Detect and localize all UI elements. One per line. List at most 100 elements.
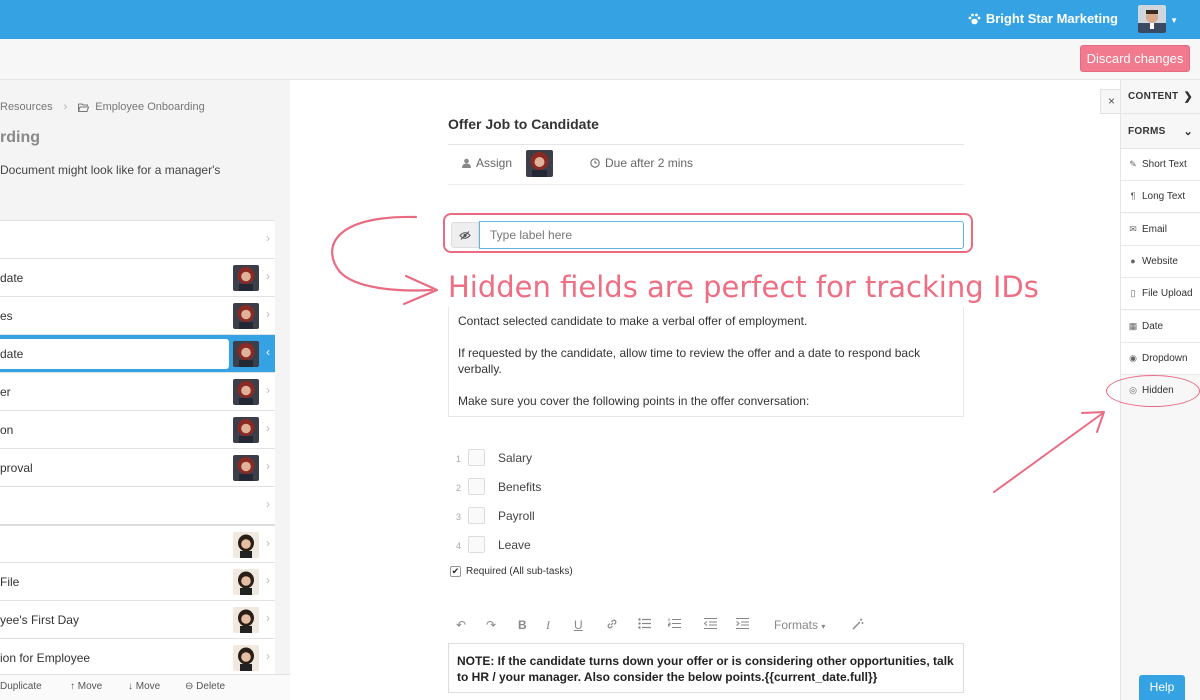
chevron-down-icon: ⌄ <box>1183 126 1193 138</box>
checkmark-icon: ✔ <box>450 566 461 577</box>
task-label: er <box>0 385 11 399</box>
user-menu-caret-icon[interactable]: ▼ <box>1170 16 1178 25</box>
task-assignee-avatar <box>233 379 259 405</box>
form-widget-label: Short Text <box>1142 159 1187 170</box>
form-widget-dropdown[interactable]: ◉ Dropdown <box>1121 342 1200 375</box>
task-title[interactable]: Offer Job to Candidate <box>448 116 599 132</box>
task-list-item[interactable]: File › <box>0 562 275 600</box>
task-list-item[interactable]: ion for Employee › <box>0 638 275 676</box>
chevron-right-icon: › <box>266 497 270 511</box>
magic-wand-icon[interactable] <box>852 618 864 633</box>
task-list-item[interactable]: on › <box>0 410 275 448</box>
duplicate-button[interactable]: Duplicate <box>0 681 42 692</box>
assignee-avatar[interactable] <box>526 150 553 177</box>
chevron-right-icon: › <box>266 307 270 321</box>
form-widget-date[interactable]: ▦ Date <box>1121 310 1200 343</box>
task-list-item[interactable]: es › <box>0 296 275 334</box>
italic-icon[interactable]: I <box>546 618 550 633</box>
task-list-item[interactable]: › <box>0 486 275 524</box>
task-assignee-avatar <box>233 417 259 443</box>
task-list-item[interactable]: yee's First Day › <box>0 600 275 638</box>
subtask-label[interactable]: Benefits <box>498 480 541 494</box>
description-paragraph: Make sure you cover the following points… <box>458 394 810 408</box>
task-label: date <box>0 271 24 285</box>
forms-section-header[interactable]: FORMS ⌄ <box>1121 115 1200 149</box>
indent-icon[interactable] <box>736 617 749 632</box>
close-panel-icon[interactable]: × <box>1100 89 1122 114</box>
editor-toolbar: ↶ ↷ B I U Formats ▾ <box>456 616 876 636</box>
form-widget-file-upload[interactable]: ▯ File Upload <box>1121 278 1200 311</box>
link-icon[interactable] <box>606 618 618 633</box>
active-task-field[interactable] <box>0 339 229 369</box>
task-list-item[interactable]: date ‹ <box>0 334 275 372</box>
org-menu[interactable]: Bright Star Marketing <box>968 11 1118 26</box>
form-widget-label: Long Text <box>1142 191 1186 203</box>
task-assignee-avatar <box>233 607 259 633</box>
form-widget-label: Website <box>1142 255 1178 267</box>
subtask-label[interactable]: Leave <box>498 538 531 552</box>
help-button[interactable]: Help <box>1139 675 1185 700</box>
breadcrumb-item-employee-onboarding[interactable]: Employee Onboarding <box>95 101 204 113</box>
chevron-right-icon: ❯ <box>1183 91 1193 103</box>
discard-changes-button[interactable]: Discard changes <box>1080 45 1190 72</box>
form-widget-short-text[interactable]: ✎ Short Text <box>1121 149 1200 181</box>
description-text-block[interactable]: Contact selected candidate to make a ver… <box>448 307 964 417</box>
chevron-right-icon: › <box>266 536 270 550</box>
subtask-checkbox[interactable] <box>468 536 485 553</box>
required-checkbox[interactable]: ✔ Required (All sub-tasks) <box>450 566 573 577</box>
content-section-header[interactable]: CONTENT ❯ <box>1121 80 1200 114</box>
note-text-block[interactable]: NOTE: If the candidate turns down your o… <box>448 643 964 693</box>
assign-button[interactable]: Assign <box>462 156 512 170</box>
subtask-checkbox[interactable] <box>468 478 485 495</box>
task-assignee-avatar <box>233 455 259 481</box>
task-label: date <box>0 347 24 361</box>
breadcrumb-item-resources[interactable]: Resources <box>0 101 53 113</box>
checklist-title: rding <box>0 129 40 146</box>
form-widget-long-text[interactable]: ¶ Long Text <box>1121 181 1200 214</box>
outdent-icon[interactable] <box>703 617 717 632</box>
user-avatar[interactable] <box>1138 5 1166 33</box>
form-widget-website[interactable]: ● Website <box>1121 245 1200 278</box>
due-date-button[interactable]: Due after 2 mins <box>590 156 693 170</box>
delete-button[interactable]: ⊖ Delete <box>185 681 225 692</box>
globe-icon: ● <box>1130 255 1136 266</box>
assign-label: Assign <box>476 156 513 170</box>
subtask-label[interactable]: Salary <box>498 451 532 465</box>
top-bar: Bright Star Marketing ▼ <box>0 0 1200 39</box>
circle-arrow-icon: ◉ <box>1129 352 1137 363</box>
form-widget-email[interactable]: ✉ Email <box>1121 213 1200 246</box>
formats-label: Formats <box>774 618 819 632</box>
task-list-item[interactable]: date › <box>0 258 275 296</box>
task-label: yee's First Day <box>0 613 79 627</box>
subtask-checkbox[interactable] <box>468 507 485 524</box>
move-up-button[interactable]: ↑ Move <box>70 681 102 692</box>
redo-icon[interactable]: ↷ <box>486 618 496 632</box>
task-label: es <box>0 309 13 323</box>
formats-dropdown[interactable]: Formats ▾ <box>774 618 825 632</box>
chevron-right-icon: › <box>266 573 270 587</box>
move-up-label: Move <box>77 681 103 692</box>
move-down-button[interactable]: ↓ Move <box>128 681 160 692</box>
task-list-item[interactable]: › <box>0 524 275 562</box>
chevron-right-icon: › <box>266 649 270 663</box>
chevron-right-icon: › <box>266 421 270 435</box>
subtask-checkbox[interactable] <box>468 449 485 466</box>
hidden-field-label-input[interactable] <box>479 221 964 249</box>
calendar-icon: ▦ <box>1128 320 1138 331</box>
numbered-list-icon[interactable] <box>667 618 681 632</box>
task-list-item[interactable]: er › <box>0 372 275 410</box>
forms-section-label: FORMS <box>1128 126 1166 137</box>
bold-icon[interactable]: B <box>518 618 527 632</box>
task-assignee-avatar <box>233 265 259 291</box>
task-list-item[interactable]: proval › <box>0 448 275 486</box>
subtask-label[interactable]: Payroll <box>498 509 535 523</box>
task-assignee-avatar <box>233 645 259 671</box>
task-label: on <box>0 423 14 437</box>
envelope-icon: ✉ <box>1129 223 1137 234</box>
hidden-field-toggle[interactable] <box>451 222 479 248</box>
task-list-item[interactable]: › <box>0 220 275 258</box>
undo-icon[interactable]: ↶ <box>456 618 466 632</box>
underline-icon[interactable]: U <box>574 618 583 632</box>
bullet-list-icon[interactable] <box>638 618 651 632</box>
title-divider <box>448 144 964 145</box>
